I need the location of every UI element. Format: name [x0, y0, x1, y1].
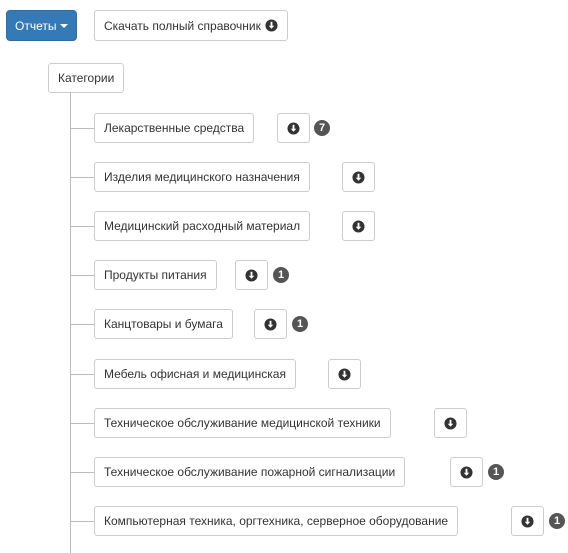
- category-download-button[interactable]: [235, 260, 268, 290]
- tree-root-categories[interactable]: Категории: [48, 63, 125, 93]
- tree-connector: [71, 128, 94, 129]
- download-circle-icon: [265, 19, 278, 32]
- download-circle-icon: [460, 465, 473, 479]
- tree-vertical-connector: [70, 92, 71, 553]
- count-badge: 7: [314, 120, 331, 136]
- category-item[interactable]: Техническое обслуживание пожарной сигнал…: [94, 457, 406, 487]
- count-badge: 1: [273, 267, 290, 283]
- tree-connector: [71, 521, 94, 522]
- tree-connector: [71, 374, 94, 375]
- category-item[interactable]: Мебель офисная и медицинская: [94, 359, 296, 389]
- count-badge: 1: [488, 464, 505, 480]
- category-download-button[interactable]: [277, 113, 310, 143]
- category-item[interactable]: Техническое обслуживание медицинской тех…: [94, 408, 391, 438]
- reports-dropdown-button[interactable]: Отчеты: [6, 10, 78, 41]
- tree-root-label: Категории: [58, 71, 115, 85]
- download-circle-icon: [352, 170, 365, 184]
- tree-connector: [71, 324, 94, 325]
- category-item[interactable]: Лекарственные средства: [94, 113, 255, 143]
- download-circle-icon: [245, 268, 258, 282]
- tree-connector: [71, 472, 94, 473]
- category-download-button[interactable]: [511, 506, 544, 536]
- download-full-directory-button[interactable]: Скачать полный справочник: [94, 10, 288, 41]
- download-circle-icon: [287, 121, 300, 135]
- category-label: Продукты питания: [104, 268, 207, 282]
- category-label: Канцтовары и бумага: [104, 317, 223, 331]
- download-circle-icon: [338, 367, 351, 381]
- category-download-button[interactable]: [450, 457, 483, 487]
- category-label: Лекарственные средства: [104, 121, 245, 135]
- category-label: Изделия медицинского назначения: [104, 170, 300, 184]
- category-download-button[interactable]: [342, 211, 375, 241]
- reports-button-label: Отчеты: [15, 18, 57, 33]
- category-item[interactable]: Медицинский расходный материал: [94, 211, 311, 241]
- tree-connector: [71, 275, 94, 276]
- tree-connector: [71, 226, 94, 227]
- category-download-button[interactable]: [342, 162, 375, 192]
- category-label: Техническое обслуживание пожарной сигнал…: [104, 465, 396, 479]
- category-download-button[interactable]: [328, 359, 361, 389]
- category-label: Техническое обслуживание медицинской тех…: [104, 416, 381, 430]
- tree-connector: [71, 423, 94, 424]
- category-label: Мебель офисная и медицинская: [104, 367, 286, 381]
- count-badge: 1: [549, 513, 566, 529]
- category-item[interactable]: Продукты питания: [94, 260, 217, 290]
- download-circle-icon: [444, 416, 457, 430]
- download-circle-icon: [521, 514, 534, 528]
- download-circle-icon: [352, 219, 365, 233]
- category-label: Компьютерная техника, оргтехника, сервер…: [104, 514, 449, 528]
- count-badge: 1: [292, 316, 309, 332]
- category-label: Медицинский расходный материал: [104, 219, 301, 233]
- category-item[interactable]: Компьютерная техника, оргтехника, сервер…: [94, 506, 459, 536]
- category-item[interactable]: Изделия медицинского назначения: [94, 162, 310, 192]
- download-circle-icon: [264, 317, 277, 331]
- category-item[interactable]: Канцтовары и бумага: [94, 309, 233, 339]
- caret-down-icon: [60, 23, 69, 28]
- download-full-directory-label: Скачать полный справочник: [104, 18, 261, 33]
- category-download-button[interactable]: [434, 408, 467, 438]
- category-download-button[interactable]: [254, 309, 287, 339]
- tree-connector: [71, 177, 94, 178]
